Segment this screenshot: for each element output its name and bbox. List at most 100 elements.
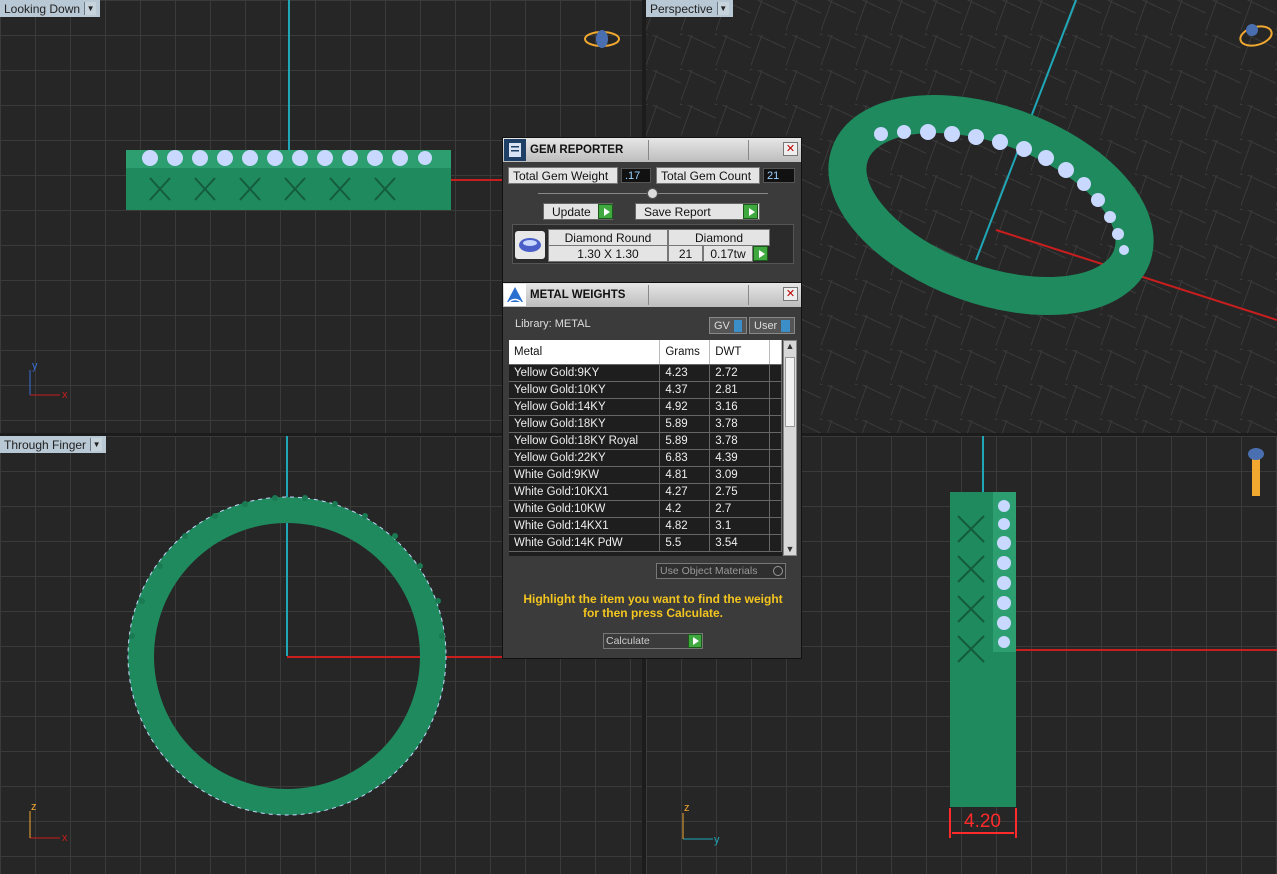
axis-z-label: z bbox=[684, 802, 690, 814]
diamond-round-icon bbox=[515, 231, 545, 259]
cell-dwt: 2.72 bbox=[709, 364, 770, 382]
gem-material[interactable]: Diamond bbox=[668, 229, 770, 246]
column-header-grams[interactable]: Grams bbox=[659, 340, 711, 365]
radio-icon[interactable] bbox=[773, 566, 783, 576]
metal-weights-icon bbox=[504, 284, 526, 306]
cell-grams: 4.92 bbox=[659, 398, 711, 416]
scroll-up-icon[interactable]: ▲ bbox=[784, 341, 796, 355]
axis-y-label: y bbox=[714, 834, 720, 846]
update-label: Update bbox=[552, 204, 591, 219]
hint-text: Highlight the item you want to find the … bbox=[511, 592, 795, 620]
cell-grams: 4.23 bbox=[659, 364, 711, 382]
cell-grams: 6.83 bbox=[659, 449, 711, 467]
cell-grams: 5.5 bbox=[659, 534, 711, 552]
viewport-label-text: Perspective bbox=[650, 1, 713, 16]
gem-reporter-panel: GEM REPORTER ✕ Total Gem Weight .17 Tota… bbox=[502, 137, 802, 283]
cell-metal: Yellow Gold:9KY bbox=[509, 364, 661, 382]
hint-line-2: for then press Calculate. bbox=[582, 606, 724, 620]
viewport-label-perspective[interactable]: Perspective ▼ bbox=[646, 0, 733, 17]
axis-x-label: x bbox=[62, 389, 68, 401]
viewport-label-text: Through Finger bbox=[4, 437, 87, 452]
metal-table-row[interactable]: Yellow Gold:9KY 4.23 2.72 bbox=[509, 364, 782, 382]
gem-reporter-icon bbox=[504, 139, 526, 161]
use-object-materials-toggle[interactable]: Use Object Materials bbox=[656, 563, 786, 579]
gem-size: 1.30 X 1.30 bbox=[548, 245, 668, 262]
cell-grams: 4.81 bbox=[659, 466, 711, 484]
metal-table-row[interactable]: Yellow Gold:14KY 4.92 3.16 bbox=[509, 398, 782, 416]
scroll-down-icon[interactable]: ▼ bbox=[784, 544, 796, 554]
metal-table-row[interactable]: White Gold:10KW 4.2 2.7 bbox=[509, 500, 782, 518]
axis-x-label: x bbox=[62, 832, 68, 844]
axis-gizmo bbox=[682, 813, 713, 840]
cell-dwt: 3.16 bbox=[709, 398, 770, 416]
cell-metal: White Gold:14K PdW bbox=[509, 534, 661, 552]
metal-table-row[interactable]: White Gold:14KX1 4.82 3.1 bbox=[509, 517, 782, 535]
cell-dwt: 3.78 bbox=[709, 432, 770, 450]
close-icon[interactable]: ✕ bbox=[783, 287, 798, 301]
metal-table-row[interactable]: Yellow Gold:10KY 4.37 2.81 bbox=[509, 381, 782, 399]
metal-table-row[interactable]: Yellow Gold:18KY 5.89 3.78 bbox=[509, 415, 782, 433]
viewport-label-looking-down[interactable]: Looking Down ▼ bbox=[0, 0, 101, 17]
chevron-down-icon[interactable]: ▼ bbox=[84, 2, 97, 15]
cell-dwt: 3.78 bbox=[709, 415, 770, 433]
save-report-button[interactable]: Save Report bbox=[635, 203, 760, 220]
gem-reporter-title: GEM REPORTER bbox=[530, 144, 624, 156]
ring-gizmo-icon-side[interactable] bbox=[1248, 448, 1264, 496]
cell-metal: White Gold:10KW bbox=[509, 500, 661, 518]
metal-table-row[interactable]: White Gold:14K PdW 5.5 3.54 bbox=[509, 534, 782, 552]
ring-gizmo-icon-perspective[interactable] bbox=[1238, 23, 1274, 49]
slider-handle[interactable] bbox=[647, 188, 658, 199]
cell-grams: 4.37 bbox=[659, 381, 711, 399]
metal-table-row[interactable]: White Gold:9KW 4.81 3.09 bbox=[509, 466, 782, 484]
viewport-label-through-finger[interactable]: Through Finger ▼ bbox=[0, 436, 107, 453]
cell-metal: White Gold:10KX1 bbox=[509, 483, 661, 501]
cell-grams: 4.27 bbox=[659, 483, 711, 501]
column-header-dwt[interactable]: DWT bbox=[709, 340, 770, 365]
save-report-label: Save Report bbox=[644, 204, 711, 219]
total-gem-count-label: Total Gem Count bbox=[656, 167, 760, 184]
chevron-down-icon[interactable]: ▼ bbox=[716, 2, 729, 15]
axis-gizmo bbox=[29, 811, 60, 839]
cell-grams: 4.82 bbox=[659, 517, 711, 535]
cell-metal: Yellow Gold:18KY bbox=[509, 415, 661, 433]
gem-shape[interactable]: Diamond Round bbox=[548, 229, 668, 246]
metal-weights-panel: METAL WEIGHTS ✕ Library: METAL GV User M… bbox=[502, 282, 802, 659]
width-dimension-label: 4.20 bbox=[964, 811, 1001, 832]
calculate-label: Calculate bbox=[606, 635, 650, 647]
gem-reporter-header[interactable]: GEM REPORTER ✕ bbox=[503, 138, 801, 162]
user-label: User bbox=[754, 319, 778, 332]
gem-count: 21 bbox=[668, 245, 703, 262]
chevron-down-icon[interactable]: ▼ bbox=[90, 438, 103, 451]
metal-table-row[interactable]: Yellow Gold:22KY 6.83 4.39 bbox=[509, 449, 782, 467]
cell-dwt: 2.81 bbox=[709, 381, 770, 399]
gem-list: Diamond Round Diamond 1.30 X 1.30 21 0.1… bbox=[512, 224, 794, 264]
gem-details-arrow-icon[interactable] bbox=[753, 246, 768, 261]
save-report-arrow-icon[interactable] bbox=[743, 204, 758, 219]
ring-perspective bbox=[828, 94, 1154, 316]
metal-table-row[interactable]: Yellow Gold:18KY Royal 5.89 3.78 bbox=[509, 432, 782, 450]
cell-grams: 4.2 bbox=[659, 500, 711, 518]
ring-gizmo-icon[interactable] bbox=[584, 30, 620, 48]
total-gem-weight-value: .17 bbox=[621, 168, 651, 183]
calculate-arrow-icon[interactable] bbox=[688, 634, 702, 648]
use-object-materials-label: Use Object Materials bbox=[660, 565, 758, 577]
hint-line-1: Highlight the item you want to find the … bbox=[523, 592, 783, 606]
cell-metal: Yellow Gold:22KY bbox=[509, 449, 661, 467]
close-icon[interactable]: ✕ bbox=[783, 142, 798, 156]
metal-table-scrollbar[interactable]: ▲ ▼ bbox=[783, 340, 797, 556]
column-header-metal[interactable]: Metal bbox=[509, 340, 661, 365]
gv-toggle[interactable]: GV bbox=[709, 317, 747, 334]
metal-weights-title: METAL WEIGHTS bbox=[530, 289, 626, 301]
update-arrow-icon[interactable] bbox=[598, 204, 613, 219]
scrollbar-thumb[interactable] bbox=[785, 357, 795, 427]
gem-weight: 0.17tw bbox=[703, 245, 753, 262]
metal-table: Metal Grams DWT Yellow Gold:9KY 4.23 2.72 Y… bbox=[509, 340, 782, 552]
cell-dwt: 2.75 bbox=[709, 483, 770, 501]
cell-metal: Yellow Gold:18KY Royal bbox=[509, 432, 661, 450]
user-toggle[interactable]: User bbox=[749, 317, 795, 334]
metal-table-header: Metal Grams DWT bbox=[509, 340, 782, 365]
gv-toggle-icon bbox=[733, 319, 742, 332]
gv-label: GV bbox=[714, 319, 730, 332]
metal-table-row[interactable]: White Gold:10KX1 4.27 2.75 bbox=[509, 483, 782, 501]
metal-weights-header[interactable]: METAL WEIGHTS ✕ bbox=[503, 283, 801, 307]
